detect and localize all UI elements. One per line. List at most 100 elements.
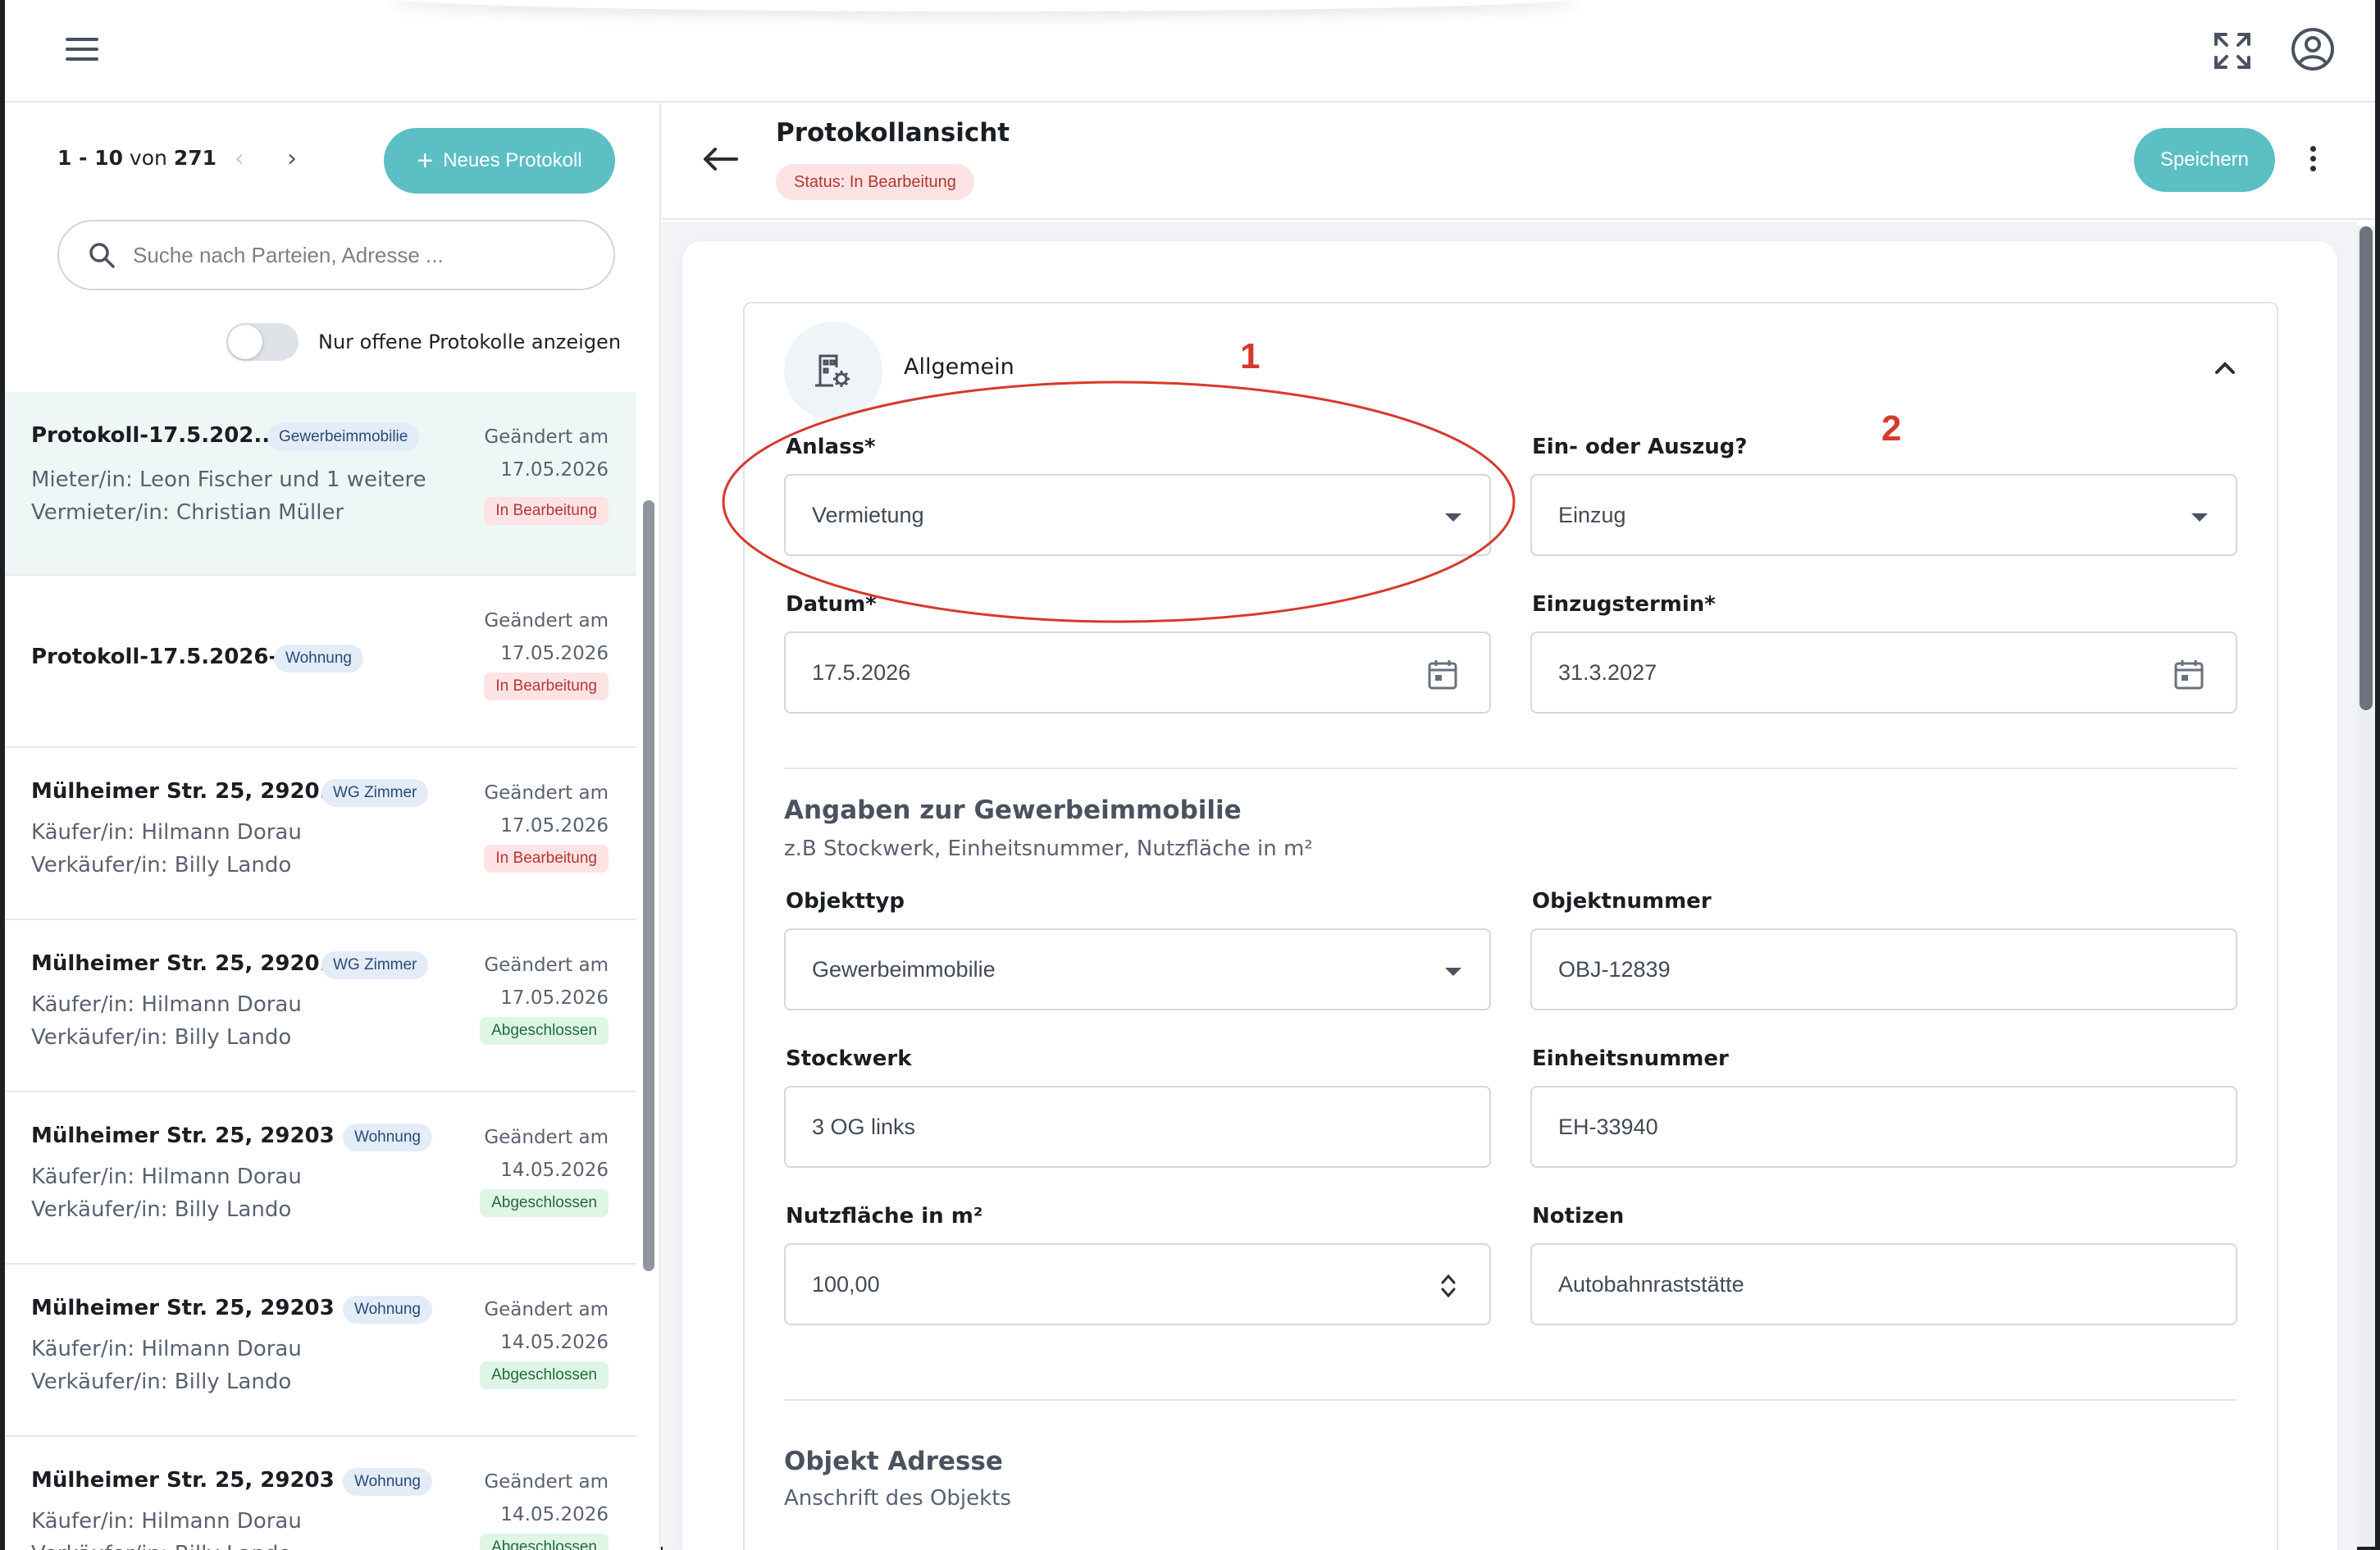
einzugstermin-label: Einzugstermin* [1532, 592, 1716, 617]
item-date: 17.05.2026 [500, 987, 609, 1009]
objekttyp-label: Objekttyp [786, 889, 905, 914]
dropdown-arrow-icon [2191, 513, 2208, 522]
item-title: Protokoll-17.5.202... [31, 423, 279, 448]
item-party-2: Verkäufer/in: Billy Lando [31, 1197, 292, 1222]
building-settings-icon [784, 321, 882, 420]
more-vertical-icon[interactable] [2303, 143, 2323, 179]
page-title: Protokollansicht [776, 118, 1010, 148]
section-divider [784, 1399, 2237, 1401]
nutzflaeche-label: Nutzfläche in m² [786, 1204, 983, 1229]
item-changed-label: Geändert am [484, 1471, 609, 1493]
einzugstermin-input[interactable]: 31.3.2027 [1530, 631, 2237, 713]
stockwerk-label: Stockwerk [786, 1046, 912, 1071]
adresse-hint: Anschrift des Objekts [784, 1486, 1011, 1511]
list-item[interactable]: Mülheimer Str. 25, 29203 ... Wohnung Käu… [5, 1437, 636, 1550]
anlass-select[interactable]: Vermietung [784, 474, 1491, 556]
status-badge: Abgeschlossen [480, 1017, 609, 1045]
item-type-chip: Wohnung [343, 1468, 432, 1496]
nutzflaeche-value: 100,00 [812, 1271, 880, 1297]
chevron-up-icon[interactable] [2213, 359, 2237, 377]
list-scrollbar[interactable] [641, 395, 656, 1550]
item-changed-label: Geändert am [484, 426, 609, 448]
item-type-chip: WG Zimmer [321, 779, 429, 807]
datum-input[interactable]: 17.5.2026 [784, 631, 1491, 713]
einheitsnummer-input[interactable]: EH-33940 [1530, 1086, 2237, 1168]
list-item[interactable]: Protokoll-17.5.202... Gewerbeimmobilie M… [5, 392, 636, 576]
notizen-label: Notizen [1532, 1204, 1625, 1229]
ein-aus-select[interactable]: Einzug [1530, 474, 2237, 556]
popup-shadow [390, 0, 1580, 11]
stockwerk-value: 3 OG links [812, 1114, 916, 1139]
content-scrollbar[interactable] [2357, 226, 2375, 1547]
hamburger-menu-icon[interactable] [59, 33, 105, 66]
item-date: 17.05.2026 [500, 459, 609, 481]
calendar-icon[interactable] [2173, 658, 2204, 691]
calendar-icon[interactable] [1427, 658, 1458, 691]
chevron-left-icon[interactable]: ‹ [235, 144, 244, 173]
item-title: Mülheimer Str. 25, 29203 ... [31, 1468, 367, 1493]
item-date: 14.05.2026 [500, 1332, 609, 1353]
status-badge: Status: In Bearbeitung [776, 164, 974, 200]
annotation-number-1: 1 [1240, 336, 1261, 376]
objekttyp-select[interactable]: Gewerbeimmobilie [784, 928, 1491, 1010]
item-party-1: Käufer/in: Hilmann Dorau [31, 1165, 302, 1189]
datum-value: 17.5.2026 [812, 659, 911, 685]
list-item[interactable]: Protokoll-17.5.2026-2 Wohnung Geändert a… [5, 576, 636, 748]
objektnummer-value: OBJ-12839 [1558, 956, 1671, 982]
search-field[interactable] [57, 220, 615, 290]
section-title: Allgemein [904, 354, 1014, 380]
ein-aus-value: Einzug [1558, 502, 1626, 527]
item-party-1: Käufer/in: Hilmann Dorau [31, 1337, 302, 1361]
chevron-right-icon[interactable]: › [287, 144, 297, 173]
item-title: Mülheimer Str. 25, 29203 ... [31, 1124, 367, 1148]
search-input[interactable] [133, 242, 592, 268]
item-party-1: Mieter/in: Leon Fischer und 1 weitere [31, 467, 426, 492]
gewerbe-hint: z.B Stockwerk, Einheitsnummer, Nutzfläch… [784, 837, 1313, 861]
list-item[interactable]: Mülheimer Str. 25, 2920... WG Zimmer Käu… [5, 920, 636, 1092]
number-stepper-icon[interactable] [1438, 1271, 1458, 1301]
protocol-list: Protokoll-17.5.202... Gewerbeimmobilie M… [5, 392, 636, 1550]
status-badge: Abgeschlossen [480, 1189, 609, 1217]
item-type-chip: Wohnung [274, 645, 363, 672]
list-item[interactable]: Mülheimer Str. 25, 29203 ... Wohnung Käu… [5, 1092, 636, 1265]
item-changed-label: Geändert am [484, 955, 609, 976]
objektnummer-label: Objektnummer [1532, 889, 1712, 914]
protocol-header: Protokollansicht Status: In Bearbeitung … [663, 103, 2375, 220]
section-divider [784, 768, 2237, 769]
stockwerk-input[interactable]: 3 OG links [784, 1086, 1491, 1168]
nutzflaeche-input[interactable]: 100,00 [784, 1243, 1491, 1325]
new-protocol-button[interactable]: + Neues Protokoll [384, 128, 615, 194]
notizen-value: Autobahnraststätte [1558, 1271, 1744, 1297]
list-item[interactable]: Mülheimer Str. 25, 2920... WG Zimmer Käu… [5, 748, 636, 920]
window-frame-right [2375, 0, 2380, 1550]
item-type-chip: Wohnung [343, 1296, 432, 1324]
user-account-icon[interactable] [2290, 26, 2336, 72]
list-item[interactable]: Mülheimer Str. 25, 29203 ... Wohnung Käu… [5, 1265, 636, 1437]
new-protocol-label: Neues Protokoll [443, 149, 582, 171]
status-badge: In Bearbeitung [484, 497, 609, 525]
search-icon [89, 243, 115, 268]
item-party-1: Käufer/in: Hilmann Dorau [31, 992, 302, 1017]
item-party-1: Käufer/in: Hilmann Dorau [31, 1509, 302, 1534]
save-button[interactable]: Speichern [2134, 128, 2275, 192]
protocol-list-panel: 1 - 10 von 271 ‹ › + Neues Protokoll Nur… [5, 103, 661, 1550]
objektnummer-input[interactable]: OBJ-12839 [1530, 928, 2237, 1010]
status-badge: In Bearbeitung [484, 845, 609, 873]
arrow-left-icon[interactable] [700, 143, 740, 176]
top-app-bar [5, 0, 2375, 103]
dropdown-arrow-icon [1445, 968, 1461, 976]
open-only-label: Nur offene Protokolle anzeigen [318, 331, 622, 353]
pagination-of: von [129, 146, 167, 170]
item-party-2: Verkäufer/in: Billy Lando [31, 1542, 291, 1550]
anlass-value: Vermietung [812, 502, 924, 527]
annotation-number-2: 2 [1881, 408, 1902, 449]
open-only-toggle[interactable] [226, 323, 299, 361]
item-party-2: Verkäufer/in: Billy Lando [31, 1370, 292, 1394]
plus-icon: + [417, 145, 434, 176]
item-type-chip: WG Zimmer [321, 951, 429, 979]
item-title: Mülheimer Str. 25, 2920... [31, 779, 344, 804]
item-changed-label: Geändert am [484, 1299, 609, 1320]
notizen-input[interactable]: Autobahnraststätte [1530, 1243, 2237, 1325]
einheitsnummer-value: EH-33940 [1558, 1114, 1658, 1139]
expand-icon[interactable] [2211, 30, 2254, 72]
